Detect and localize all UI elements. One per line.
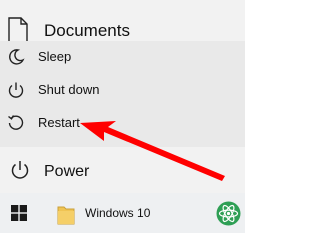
restart-label: Restart — [38, 115, 80, 130]
restart-icon — [7, 114, 25, 137]
documents-label: Documents — [44, 21, 130, 40]
sleep-label: Sleep — [38, 49, 72, 64]
power-options-list: Sleep Shut down Restart — [0, 41, 245, 147]
window-label[interactable]: Windows 10 — [85, 206, 150, 220]
windows-logo-icon[interactable] — [11, 205, 27, 226]
shut-down-option[interactable]: Shut down — [0, 74, 245, 106]
atom-app-icon[interactable] — [216, 201, 241, 231]
power-icon — [7, 81, 25, 104]
power-label: Power — [44, 163, 90, 180]
power-icon — [10, 160, 30, 185]
sleep-icon — [7, 48, 25, 71]
restart-option[interactable]: Restart — [0, 107, 245, 139]
sleep-option[interactable]: Sleep — [0, 41, 245, 73]
power-button[interactable]: Power — [0, 154, 245, 188]
start-menu: Documents Sleep Shut down Restart Power — [0, 0, 245, 193]
folder-icon[interactable] — [57, 203, 75, 230]
shut-down-label: Shut down — [38, 82, 100, 97]
taskbar: Windows 10 — [0, 193, 245, 233]
